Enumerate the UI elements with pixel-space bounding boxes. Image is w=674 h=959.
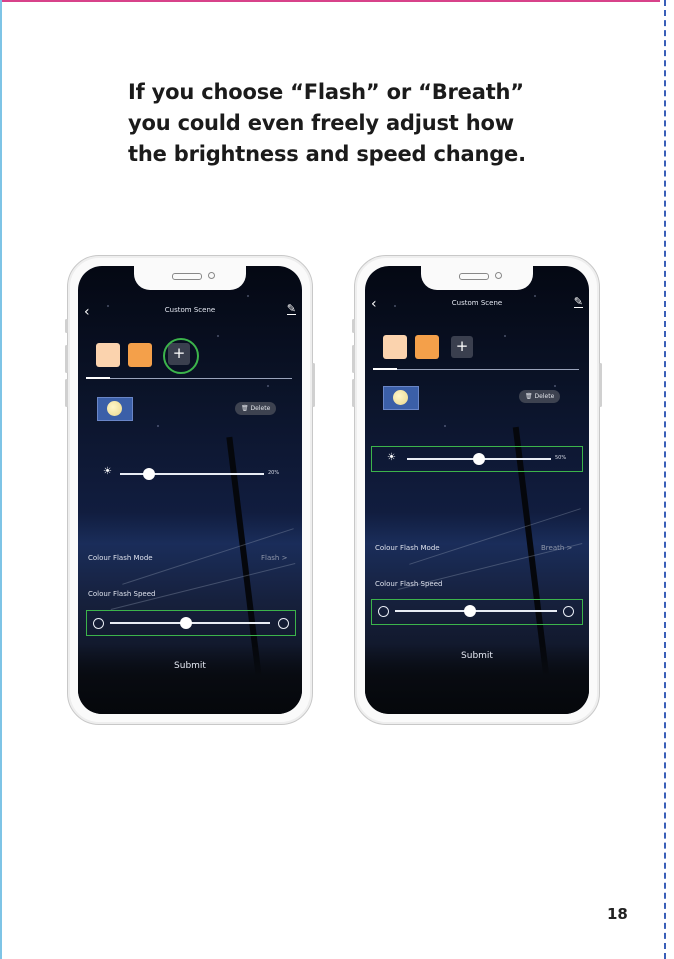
moon-icon	[107, 401, 122, 416]
volume-up-button	[352, 345, 355, 373]
heading-line-2: you could even freely adjust how	[128, 111, 514, 135]
power-button	[312, 363, 315, 407]
heading-line-3: the brightness and speed change.	[128, 142, 526, 166]
phone-screen: ‹ Custom Scene ✎ + 🗑 Delete ☀ 50% Colour…	[365, 266, 589, 714]
moon-icon	[393, 390, 408, 405]
tab-divider	[373, 369, 579, 370]
speaker-grille	[459, 273, 489, 280]
speed-slow-icon	[93, 618, 104, 629]
speed-fast-icon	[278, 618, 289, 629]
add-button-highlight	[163, 338, 199, 374]
tab-indicator	[373, 368, 397, 370]
mute-switch	[352, 319, 355, 333]
colour-flash-speed-label: Colour Flash Speed	[375, 580, 443, 588]
submit-button[interactable]: Submit	[78, 661, 302, 671]
delete-button[interactable]: 🗑 Delete	[519, 390, 561, 403]
color-swatch-light[interactable]	[383, 335, 407, 359]
brightness-percent: 50%	[555, 455, 567, 461]
brightness-sun-icon: ☀	[103, 466, 112, 477]
speed-slider-highlight	[371, 599, 583, 625]
top-border	[0, 0, 660, 2]
front-camera	[495, 272, 502, 279]
speed-slider-thumb[interactable]	[180, 617, 192, 629]
speed-slider-thumb[interactable]	[464, 605, 476, 617]
delete-label: Delete	[534, 393, 555, 400]
screen-title: Custom Scene	[451, 299, 503, 307]
trash-icon: 🗑	[525, 393, 533, 400]
screen-title: Custom Scene	[164, 306, 216, 314]
volume-up-button	[65, 345, 68, 373]
delete-button[interactable]: 🗑 Delete	[235, 402, 277, 415]
edit-pen-icon[interactable]: ✎	[286, 303, 296, 315]
edit-pen-icon[interactable]: ✎	[573, 296, 583, 308]
colour-flash-mode-label: Colour Flash Mode	[88, 554, 153, 562]
colour-flash-mode-value[interactable]: Breath >	[541, 544, 572, 552]
delete-label: Delete	[250, 405, 271, 412]
speed-fast-icon	[563, 606, 574, 617]
brightness-slider-thumb[interactable]	[142, 468, 155, 480]
left-border	[0, 0, 2, 959]
brightness-slider-thumb[interactable]	[473, 453, 485, 465]
submit-button[interactable]: Submit	[365, 651, 589, 661]
color-swatch-orange[interactable]	[128, 343, 152, 367]
add-color-button[interactable]: +	[451, 336, 473, 358]
colour-flash-mode-label: Colour Flash Mode	[375, 544, 440, 552]
color-swatch-orange[interactable]	[415, 335, 439, 359]
phone-screen: ‹ Custom Scene ✎ + 🗑 Delete ☀ 20% Colour…	[78, 266, 302, 714]
phone-notch	[421, 266, 533, 290]
brightness-percent: 20%	[268, 470, 280, 476]
cut-line	[664, 0, 666, 959]
mute-switch	[65, 319, 68, 333]
colour-flash-speed-label: Colour Flash Speed	[88, 590, 156, 598]
front-camera	[208, 272, 215, 279]
phone-flash: ‹ Custom Scene ✎ + 🗑 Delete ☀ 20% Colour…	[65, 255, 315, 725]
speaker-grille	[172, 273, 202, 280]
speed-slow-icon	[378, 606, 389, 617]
heading-line-1: If you choose “Flash” or “Breath”	[128, 80, 524, 104]
tab-divider	[86, 378, 292, 379]
brightness-sun-icon: ☀	[387, 452, 396, 463]
page-heading: If you choose “Flash” or “Breath” you co…	[128, 77, 568, 170]
power-button	[599, 363, 602, 407]
tab-indicator	[86, 377, 110, 379]
scene-thumbnail[interactable]	[97, 397, 133, 421]
trash-icon: 🗑	[241, 405, 249, 412]
volume-down-button	[352, 379, 355, 407]
phone-breath: ‹ Custom Scene ✎ + 🗑 Delete ☀ 50% Colour…	[352, 255, 602, 725]
scene-thumbnail[interactable]	[383, 386, 419, 410]
phone-notch	[134, 266, 246, 290]
page-number: 18	[607, 905, 628, 923]
colour-flash-mode-value[interactable]: Flash >	[261, 554, 287, 562]
speed-slider-track[interactable]	[395, 610, 557, 612]
foliage-silhouette	[78, 644, 302, 714]
color-swatch-light[interactable]	[96, 343, 120, 367]
brightness-slider-track[interactable]	[120, 473, 264, 475]
volume-down-button	[65, 379, 68, 407]
